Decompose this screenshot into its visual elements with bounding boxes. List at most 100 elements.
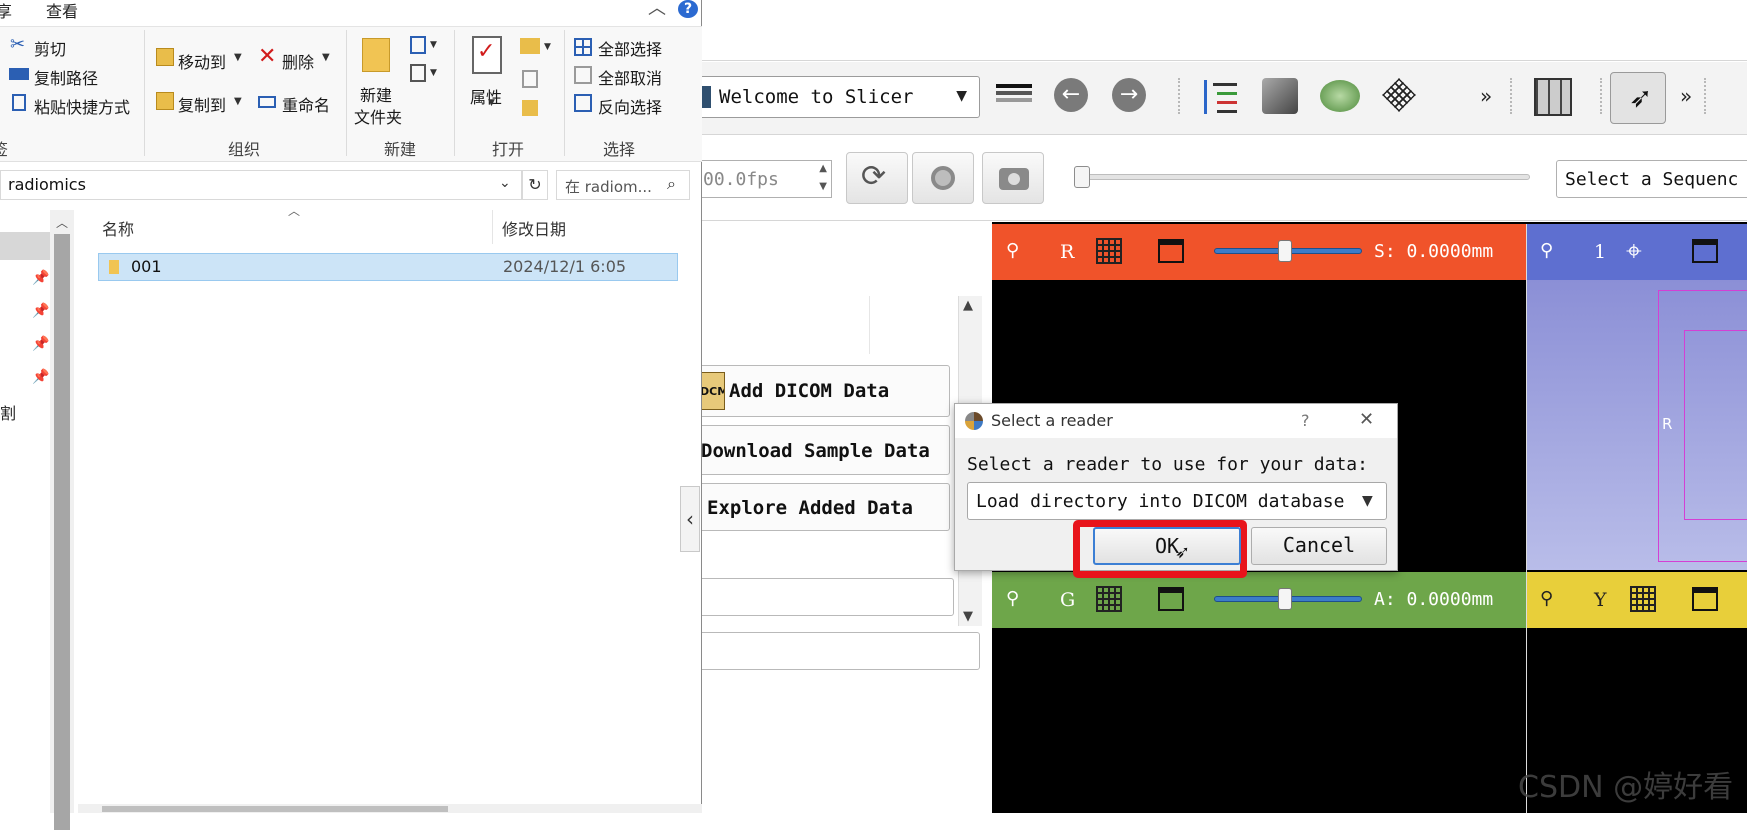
h-scrollbar-track[interactable] [78,804,702,813]
pin-icon[interactable]: 📌 [32,303,49,319]
scroll-up-icon[interactable]: ︿ [56,214,68,231]
column-divider[interactable] [492,210,493,244]
more-chevron-icon-2[interactable]: » [1680,84,1692,108]
cut-label[interactable]: 剪切 [34,36,66,60]
maximize-view-icon[interactable] [1158,587,1184,611]
column-name[interactable]: 名称 [102,216,134,240]
scroll-up-icon[interactable]: ▲ [963,298,973,313]
dropdown-arrow-icon[interactable]: ▼ [544,42,551,52]
properties-label[interactable]: 属性 [470,84,502,108]
table-row[interactable]: 001 2024/12/1 6:05 [98,253,678,281]
h-scrollbar-thumb[interactable] [102,806,448,812]
address-dropdown-icon[interactable]: ⌄ [499,175,511,191]
green-slice-handle[interactable] [1278,588,1292,610]
welcome-logo-area [700,296,870,354]
select-all-label[interactable]: 全部选择 [598,36,662,60]
ok-button[interactable]: OK [1093,527,1241,565]
dropdown-arrow-icon[interactable]: ▼ [234,52,242,63]
address-bar[interactable]: radiomics ⌄ [0,170,522,200]
rename-label[interactable]: 重命名 [282,92,330,116]
refresh-icon[interactable]: ↻ [522,170,548,200]
dropdown-arrow-icon[interactable]: ▼ [322,52,330,63]
loop-button[interactable]: ⟳ [846,152,908,204]
pin-icon[interactable]: ⚲ [1006,588,1019,609]
invert-selection-label[interactable]: 反向选择 [598,94,662,118]
column-modified[interactable]: 修改日期 [502,216,566,240]
add-dicom-button[interactable]: DCM Add DICOM Data [698,365,950,417]
dropdown-arrow-icon[interactable]: ▼ [430,40,437,50]
easy-access-icon[interactable] [410,64,426,82]
collapse-ribbon-icon[interactable]: ︿ [648,0,666,20]
more-chevron-icon[interactable]: » [1480,84,1492,108]
panel-collapse-handle[interactable]: ‹ [680,486,700,552]
nav-scrollbar-thumb[interactable] [54,234,70,830]
spin-up-icon[interactable]: ▲ [819,163,827,174]
dialog-help-icon[interactable]: ? [1301,411,1310,430]
mouse-mode-button[interactable]: ➶ [1610,72,1666,124]
toolbar-divider-2 [700,134,1747,135]
dropdown-arrow-icon[interactable]: ▼ [234,96,242,107]
pin-icon[interactable]: ⚲ [1540,588,1553,609]
nav-item-fragment[interactable]: 割 [0,400,16,424]
data-tree-icon[interactable] [1204,80,1238,114]
open-icon[interactable] [520,38,540,54]
panel-collapsible-1[interactable] [698,578,954,616]
search-icon[interactable]: ⌕ [667,174,676,194]
layout-style-icon[interactable] [996,84,1032,108]
dialog-close-icon[interactable]: ✕ [1359,409,1374,430]
module-selector[interactable]: Welcome to Slicer ▼ [698,76,980,118]
screenshot-button[interactable] [982,152,1044,204]
scroll-down-icon[interactable]: ▼ [963,609,973,624]
new-folder-label-2[interactable]: 文件夹 [354,104,402,128]
back-arrow-icon[interactable]: ← [1054,78,1088,112]
copy-to-label[interactable]: 复制到 [178,92,226,116]
volume-grid-icon[interactable] [1096,238,1122,264]
maximize-view-icon[interactable] [1692,587,1718,611]
reader-select[interactable]: Load directory into DICOM database ▼ [967,482,1387,520]
volume-grid-icon[interactable] [1630,586,1656,612]
fps-spinbox[interactable]: 00.0fps ▲ ▼ [698,160,832,198]
pin-icon[interactable]: ⚲ [1540,240,1553,261]
cancel-button[interactable]: Cancel [1251,527,1387,565]
record-button[interactable] [912,152,974,204]
search-box[interactable]: 在 radiom... ⌕ [556,170,690,200]
dropdown-arrow-icon[interactable]: ▼ [488,98,495,108]
dropdown-arrow-icon[interactable]: ▼ [430,68,437,78]
maximize-view-icon[interactable] [1692,239,1718,263]
delete-label[interactable]: 删除 [282,49,314,73]
pin-icon[interactable]: ⚲ [1006,240,1019,261]
volume-cube-icon[interactable] [1262,78,1298,114]
pin-icon[interactable]: 📌 [32,369,49,385]
red-slice-handle[interactable] [1278,240,1292,262]
help-icon[interactable]: ? [678,0,698,18]
download-sample-button[interactable]: Download Sample Data [698,425,950,475]
nav-scrollbar-track[interactable]: ︿ [50,210,74,830]
sequence-selector[interactable]: Select a Sequenc [1556,160,1747,198]
copy-path-label[interactable]: 复制路径 [34,65,98,89]
move-to-label[interactable]: 移动到 [178,49,226,73]
explore-added-button[interactable]: Explore Added Data [698,483,950,531]
paste-shortcut-label[interactable]: 粘贴快捷方式 [34,94,130,118]
spin-down-icon[interactable]: ▼ [819,181,827,192]
sequence-slider-handle[interactable] [1074,166,1090,188]
sequence-slider[interactable] [1078,174,1530,180]
nav-selected-item[interactable] [0,232,50,260]
tab-view[interactable]: 查看 [46,0,78,22]
dialog-titlebar[interactable]: Select a reader ? ✕ [955,404,1397,438]
model-icon[interactable] [1320,80,1360,112]
history-icon[interactable] [522,100,538,116]
pin-icon[interactable]: 📌 [32,336,49,352]
pin-icon[interactable]: 📌 [32,270,49,286]
center-view-icon[interactable]: ⌖ [1626,234,1642,268]
maximize-view-icon[interactable] [1158,239,1184,263]
forward-arrow-icon[interactable]: → [1112,78,1146,112]
threed-view[interactable]: R [1526,280,1747,570]
new-item-icon[interactable] [410,36,426,54]
volume-grid-icon[interactable] [1096,586,1122,612]
select-none-label[interactable]: 全部取消 [598,65,662,89]
new-folder-label-1[interactable]: 新建 [360,82,392,106]
edit-icon[interactable] [522,70,538,88]
panel-collapsible-2[interactable] [698,632,980,670]
tab-share[interactable]: 享 [0,0,12,22]
layout-grid-icon[interactable] [1534,78,1572,116]
